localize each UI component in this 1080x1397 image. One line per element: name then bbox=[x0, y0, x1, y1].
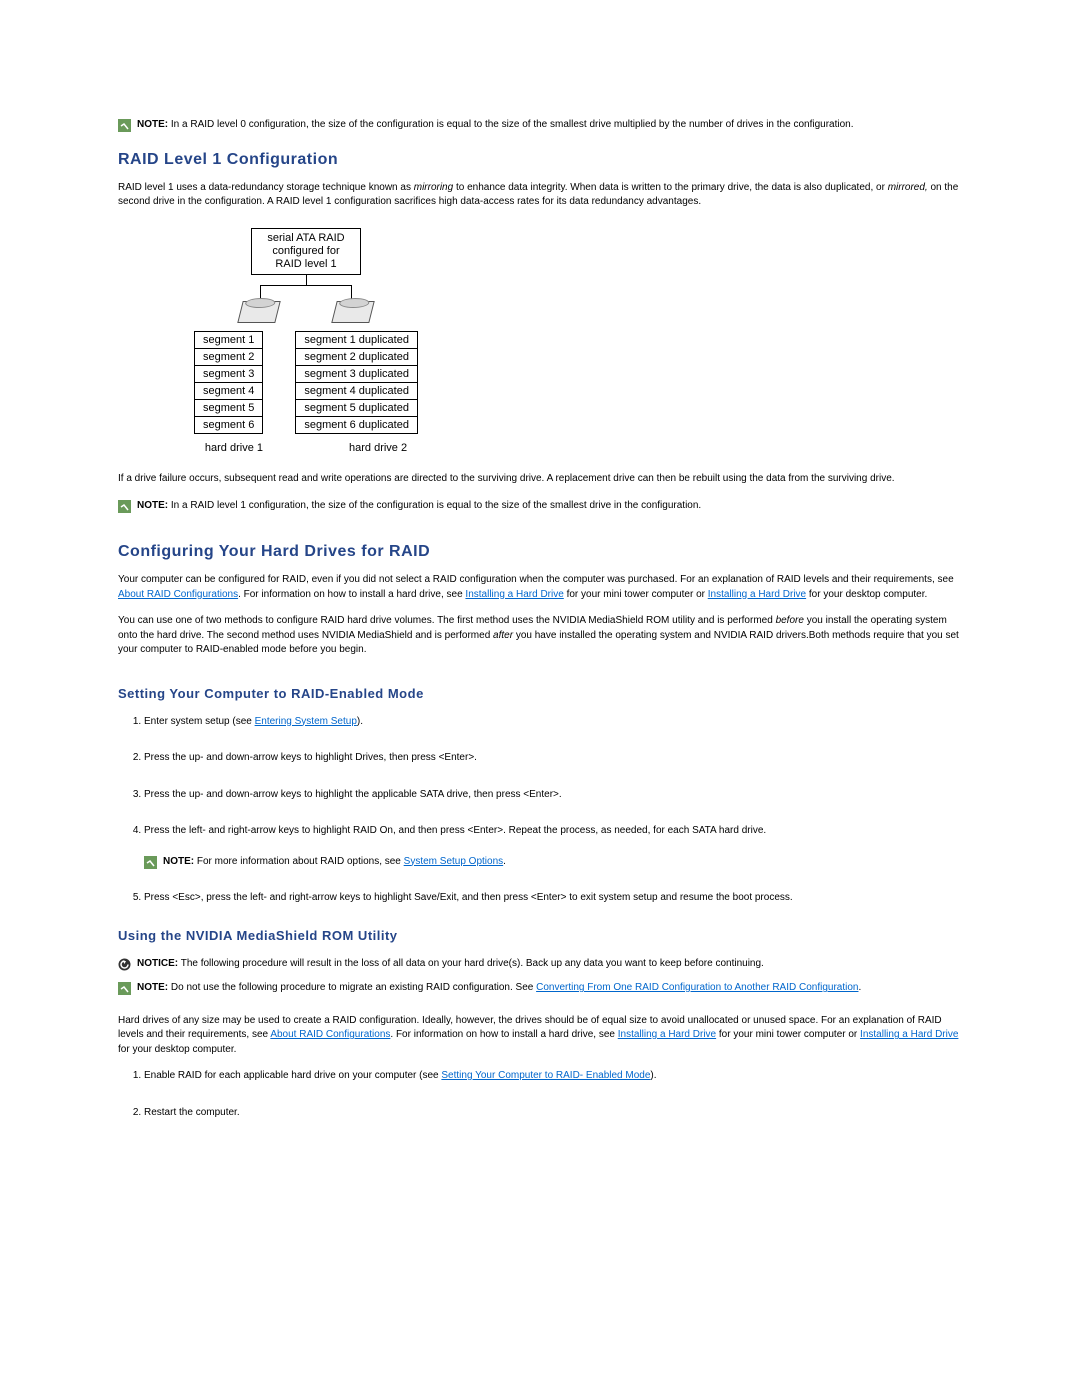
note-icon bbox=[144, 856, 157, 869]
note-text: NOTE: In a RAID level 1 configuration, t… bbox=[137, 499, 701, 514]
table-row: segment 1 bbox=[195, 332, 263, 349]
link-install-hdd-dt-2[interactable]: Installing a Hard Drive bbox=[860, 1029, 958, 1040]
link-about-raid[interactable]: About RAID Configurations bbox=[118, 589, 238, 600]
raid1-diagram: serial ATA RAID configured for RAID leve… bbox=[166, 228, 446, 455]
table-row: segment 3 duplicated bbox=[296, 366, 418, 383]
configuring-para2: You can use one of two methods to config… bbox=[118, 614, 962, 658]
note-text: NOTE: For more information about RAID op… bbox=[163, 855, 506, 870]
drive-label: hard drive 2 bbox=[349, 442, 407, 454]
list-item: Press the up- and down-arrow keys to hig… bbox=[144, 788, 962, 803]
list-item: Press the left- and right-arrow keys to … bbox=[144, 824, 962, 869]
link-entering-system-setup[interactable]: Entering System Setup bbox=[255, 716, 357, 727]
table-row: segment 3 bbox=[195, 366, 263, 383]
steps-setting-raid: Enter system setup (see Entering System … bbox=[118, 715, 962, 906]
table-row: segment 6 duplicated bbox=[296, 417, 418, 434]
drive-icon bbox=[331, 301, 374, 323]
heading-setting-raid-mode: Setting Your Computer to RAID-Enabled Mo… bbox=[118, 686, 962, 701]
table-row: segment 5 duplicated bbox=[296, 400, 418, 417]
mediashield-para: Hard drives of any size may be used to c… bbox=[118, 1014, 962, 1058]
document-body: NOTE: In a RAID level 0 configuration, t… bbox=[0, 0, 1080, 1202]
notice-text: NOTICE: The following procedure will res… bbox=[137, 957, 764, 972]
list-item: Press the up- and down-arrow keys to hig… bbox=[144, 751, 962, 766]
list-item: Restart the computer. bbox=[144, 1106, 962, 1121]
diagram-title: serial ATA RAID configured for RAID leve… bbox=[251, 228, 361, 276]
raid1-post-diagram: If a drive failure occurs, subsequent re… bbox=[118, 472, 962, 487]
left-segment-table: segment 1 segment 2 segment 3 segment 4 … bbox=[194, 331, 263, 434]
link-install-hdd-mt-2[interactable]: Installing a Hard Drive bbox=[618, 1029, 716, 1040]
drive-label: hard drive 1 bbox=[205, 442, 263, 454]
configuring-para1: Your computer can be configured for RAID… bbox=[118, 573, 962, 602]
table-row: segment 2 bbox=[195, 349, 263, 366]
raid1-paragraph: RAID level 1 uses a data-redundancy stor… bbox=[118, 181, 962, 210]
table-row: segment 5 bbox=[195, 400, 263, 417]
heading-raid1: RAID Level 1 Configuration bbox=[118, 151, 962, 169]
notice-mediashield: NOTICE: The following procedure will res… bbox=[118, 957, 962, 972]
note-text: NOTE: Do not use the following procedure… bbox=[137, 981, 861, 996]
note-icon bbox=[118, 982, 131, 995]
link-install-hdd-mt[interactable]: Installing a Hard Drive bbox=[465, 589, 563, 600]
drive-icon bbox=[237, 301, 280, 323]
list-item: Press <Esc>, press the left- and right-a… bbox=[144, 891, 962, 906]
diagram-drives bbox=[166, 277, 446, 325]
right-segment-table: segment 1 duplicated segment 2 duplicate… bbox=[295, 331, 418, 434]
link-system-setup-options[interactable]: System Setup Options bbox=[404, 856, 504, 867]
table-row: segment 6 bbox=[195, 417, 263, 434]
heading-configuring: Configuring Your Hard Drives for RAID bbox=[118, 543, 962, 561]
note-label: NOTE: bbox=[137, 119, 168, 130]
note-raid1: NOTE: In a RAID level 1 configuration, t… bbox=[118, 499, 962, 514]
table-row: segment 2 duplicated bbox=[296, 349, 418, 366]
table-row: segment 1 duplicated bbox=[296, 332, 418, 349]
note-mediashield: NOTE: Do not use the following procedure… bbox=[118, 981, 962, 996]
link-about-raid-2[interactable]: About RAID Configurations bbox=[270, 1029, 390, 1040]
list-item: Enter system setup (see Entering System … bbox=[144, 715, 962, 730]
list-item: Enable RAID for each applicable hard dri… bbox=[144, 1069, 962, 1084]
table-row: segment 4 bbox=[195, 383, 263, 400]
note-icon bbox=[118, 119, 131, 132]
note-text: NOTE: In a RAID level 0 configuration, t… bbox=[137, 118, 853, 133]
table-row: segment 4 duplicated bbox=[296, 383, 418, 400]
steps-mediashield: Enable RAID for each applicable hard dri… bbox=[118, 1069, 962, 1120]
note-icon bbox=[118, 500, 131, 513]
notice-icon bbox=[118, 958, 131, 971]
heading-mediashield: Using the NVIDIA MediaShield ROM Utility bbox=[118, 928, 962, 943]
link-converting-raid[interactable]: Converting From One RAID Configuration t… bbox=[536, 982, 858, 993]
note-raid0: NOTE: In a RAID level 0 configuration, t… bbox=[118, 118, 962, 133]
link-install-hdd-dt[interactable]: Installing a Hard Drive bbox=[708, 589, 806, 600]
link-setting-raid-mode[interactable]: Setting Your Computer to RAID- Enabled M… bbox=[441, 1070, 650, 1081]
